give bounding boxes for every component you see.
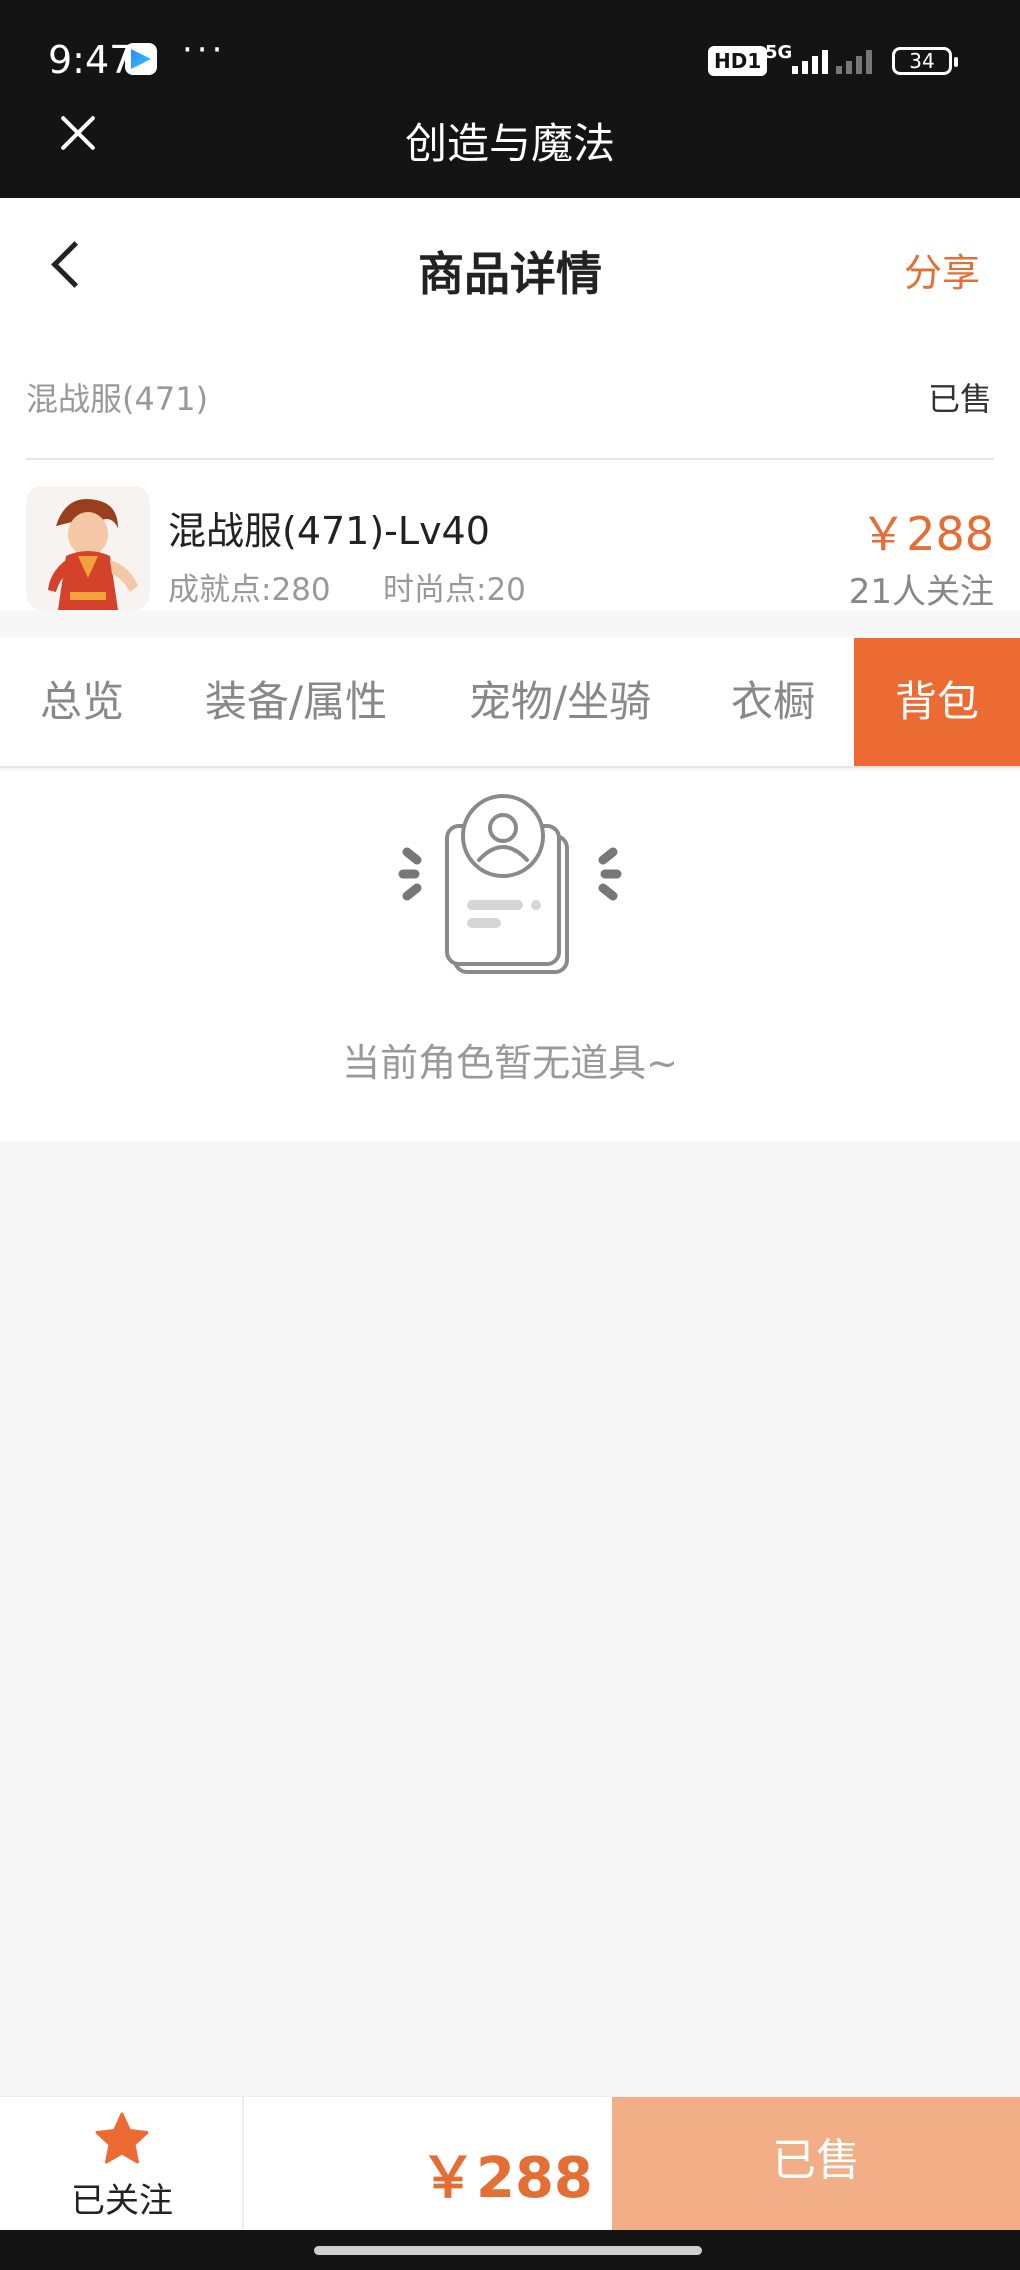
bottom-action-bar: 已关注 ￥288 已售 — [0, 2096, 1020, 2231]
product-price: ￥288 — [860, 507, 994, 561]
tab-wardrobe[interactable]: 衣橱 — [692, 638, 854, 766]
star-icon — [95, 2112, 149, 2164]
empty-state: 当前角色暂无道具~ — [0, 770, 1020, 1142]
empty-message: 当前角色暂无道具~ — [342, 1041, 678, 1085]
empty-profile-card-icon — [398, 794, 622, 974]
sale-status: 已售 — [927, 380, 992, 418]
app-notification-icon — [125, 43, 157, 75]
app-title: 创造与魔法 — [404, 119, 615, 168]
status-bar: 9:47 ··· HD1 5G 34 — [0, 0, 1020, 120]
share-button[interactable]: 分享 — [904, 242, 980, 297]
product-name: 混战服(471)-Lv40 — [168, 509, 490, 553]
sold-button[interactable]: 已售 — [612, 2097, 1020, 2231]
page-header: 商品详情 分享 — [0, 198, 1020, 332]
tab-equipment[interactable]: 装备/属性 — [164, 638, 428, 766]
more-dots-icon: ··· — [182, 30, 227, 70]
tab-overview[interactable]: 总览 — [0, 638, 164, 766]
achievement-points: 成就点:280 — [168, 572, 331, 608]
follow-button[interactable]: 已关注 — [0, 2097, 244, 2231]
detail-tabs: 总览 装备/属性 宠物/坐骑 衣橱 背包 — [0, 638, 1020, 768]
fashion-points: 时尚点:20 — [383, 572, 526, 608]
status-time: 9:47 — [48, 38, 134, 82]
home-indicator[interactable] — [314, 2246, 702, 2255]
character-avatar — [26, 486, 150, 610]
follow-label: 已关注 — [71, 2181, 173, 2221]
network-type-label: 5G — [765, 42, 793, 63]
tab-pets-mounts[interactable]: 宠物/坐骑 — [428, 638, 692, 766]
page-title: 商品详情 — [418, 247, 602, 301]
tab-backpack[interactable]: 背包 — [854, 638, 1020, 766]
system-nav-bar — [0, 2230, 1020, 2270]
server-name: 混战服(471) — [26, 380, 209, 418]
watcher-count: 21人关注 — [848, 572, 994, 612]
hd-badge: HD1 — [708, 46, 768, 76]
product-summary: 混战服(471)-Lv40 成就点:280 时尚点:20 ￥288 21人关注 — [0, 460, 1020, 612]
bottom-price: ￥288 — [420, 2146, 593, 2211]
battery-icon: 34 — [892, 47, 958, 75]
app-title-bar: 创造与魔法 — [0, 119, 1020, 198]
server-row: 混战服(471) 已售 — [0, 332, 1020, 460]
